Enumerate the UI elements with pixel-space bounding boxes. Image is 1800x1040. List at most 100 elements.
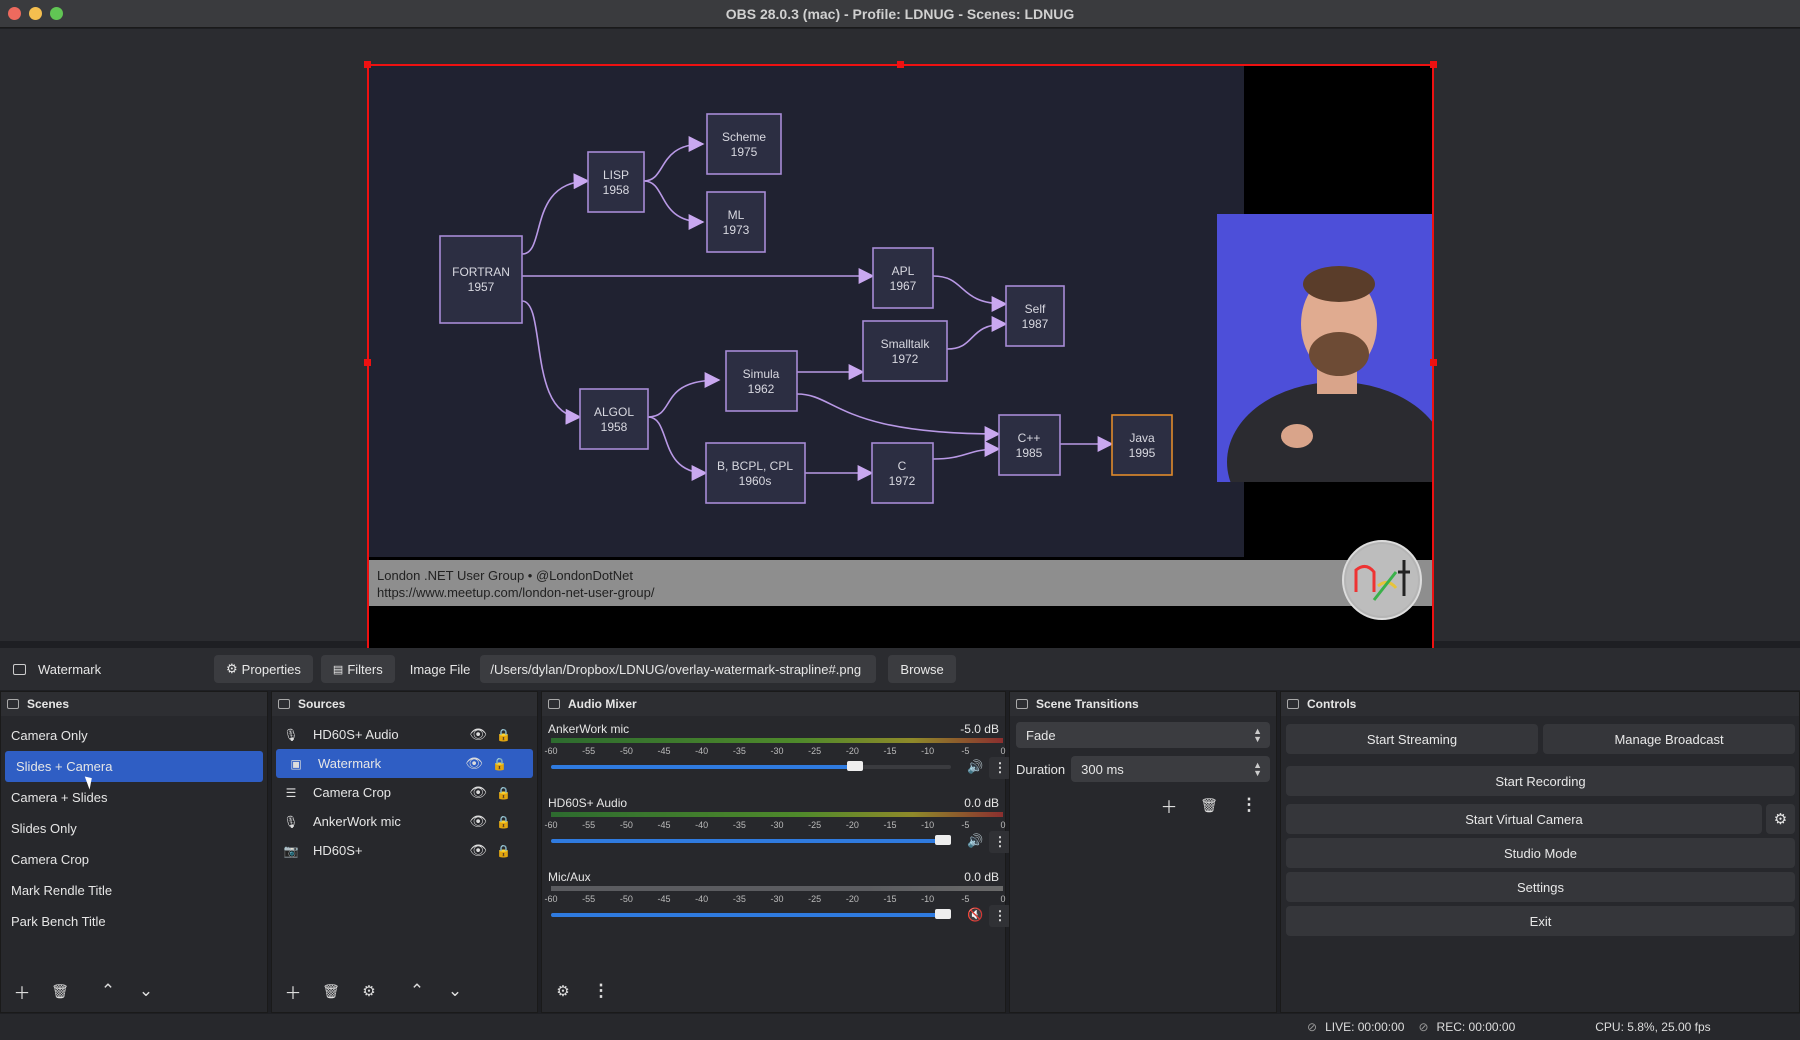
source-item[interactable]: 🎙 HD60S+ Audio 👁 🔒: [272, 720, 537, 749]
muted-speaker-icon[interactable]: 🔇: [967, 907, 983, 923]
scale-tick-label: -25: [808, 894, 822, 904]
browse-button[interactable]: Browse: [888, 655, 956, 683]
window-controls: [8, 7, 63, 20]
microphone-icon: 🎙: [283, 727, 299, 742]
image-file-path-field[interactable]: /Users/dylan/Dropbox/LDNUG/overlay-water…: [480, 655, 877, 683]
mixer-menu-button[interactable]: ⋮: [586, 978, 616, 1004]
exit-button[interactable]: Exit: [1286, 906, 1795, 936]
track-menu-button[interactable]: ⋮: [989, 831, 1011, 853]
scene-item[interactable]: Park Bench Title: [1, 906, 267, 937]
eye-icon[interactable]: 👁: [469, 726, 487, 743]
node-algol-label: ALGOL: [594, 405, 634, 419]
track-name: Mic/Aux: [548, 870, 591, 884]
eye-icon[interactable]: 👁: [469, 784, 487, 801]
selected-source-name: Watermark: [38, 661, 102, 677]
eye-icon[interactable]: 👁: [469, 813, 487, 830]
remove-source-button[interactable]: 🗑: [316, 978, 346, 1004]
resize-handle-tl[interactable]: [364, 61, 371, 68]
remove-scene-button[interactable]: 🗑: [45, 978, 75, 1004]
kebab-menu-icon: ⋮: [993, 908, 1007, 923]
scale-tick-label: -45: [657, 746, 671, 756]
scene-item[interactable]: Camera Crop: [1, 844, 267, 875]
add-scene-button[interactable]: ＋: [7, 978, 37, 1004]
scale-tick-label: -50: [619, 820, 633, 830]
scale-tick-label: -5: [961, 746, 970, 756]
cpu-status: CPU: 5.8%, 25.00 fps: [1595, 1020, 1711, 1034]
zoom-window-button[interactable]: [50, 7, 63, 20]
dock-icon: [278, 699, 290, 709]
add-transition-button[interactable]: ＋: [1154, 792, 1184, 818]
resize-handle-ml[interactable]: [364, 359, 371, 366]
filters-button[interactable]: ▤ Filters: [320, 655, 395, 683]
track-menu-button[interactable]: ⋮: [989, 757, 1011, 779]
node-scheme-year: 1975: [731, 145, 758, 159]
scene-item-label: Slides + Camera: [16, 759, 113, 774]
volume-slider-knob[interactable]: [847, 761, 863, 771]
resize-handle-mr[interactable]: [1430, 359, 1437, 366]
scene-item-selected[interactable]: Slides + Camera: [5, 751, 263, 782]
source-properties-button[interactable]: ⚙: [354, 978, 384, 1004]
move-source-down-button[interactable]: ⌄: [440, 978, 470, 1004]
minimize-window-button[interactable]: [29, 7, 42, 20]
move-scene-down-button[interactable]: ⌄: [131, 978, 161, 1004]
volume-slider-knob[interactable]: [935, 909, 951, 919]
lock-icon[interactable]: 🔒: [496, 844, 511, 858]
move-source-up-button[interactable]: ⌃: [402, 978, 432, 1004]
lock-icon[interactable]: 🔒: [496, 728, 511, 742]
lock-icon[interactable]: 🔒: [492, 757, 507, 771]
sources-toolbar: ＋ 🗑 ⚙ ⌃ ⌄: [278, 978, 470, 1004]
program-canvas[interactable]: FORTRAN 1957 LISP 1958 Scheme 1975 ML 19…: [367, 64, 1434, 662]
scene-item-label: Camera Crop: [11, 852, 90, 867]
start-virtual-camera-button[interactable]: Start Virtual Camera: [1286, 804, 1762, 834]
scale-tick-label: -30: [770, 746, 784, 756]
manage-broadcast-button[interactable]: Manage Broadcast: [1543, 724, 1795, 754]
duration-field[interactable]: 300 ms ▲ ▼: [1071, 756, 1270, 782]
volume-slider[interactable]: [551, 909, 951, 919]
preview-area[interactable]: FORTRAN 1957 LISP 1958 Scheme 1975 ML 19…: [0, 29, 1800, 665]
node-fortran-year: 1957: [468, 280, 495, 294]
close-window-button[interactable]: [8, 7, 21, 20]
transition-select[interactable]: Fade ▲ ▼: [1016, 722, 1270, 748]
stepper-icon[interactable]: ▲ ▼: [1253, 761, 1262, 778]
node-apl-label: APL: [892, 264, 915, 278]
volume-slider-knob[interactable]: [935, 835, 951, 845]
resize-handle-tc[interactable]: [897, 61, 904, 68]
track-menu-button[interactable]: ⋮: [989, 905, 1011, 927]
source-item[interactable]: ☰ Camera Crop 👁 🔒: [272, 778, 537, 807]
studio-mode-button[interactable]: Studio Mode: [1286, 838, 1795, 868]
move-scene-up-button[interactable]: ⌃: [93, 978, 123, 1004]
scene-item[interactable]: Mark Rendle Title: [1, 875, 267, 906]
advanced-audio-button[interactable]: ⚙: [548, 978, 578, 1004]
chevron-up-icon: ⌃: [100, 981, 116, 1000]
start-streaming-button[interactable]: Start Streaming: [1286, 724, 1538, 754]
start-recording-button[interactable]: Start Recording: [1286, 766, 1795, 796]
settings-button[interactable]: Settings: [1286, 872, 1795, 902]
source-item-selected[interactable]: ▣ Watermark 👁 🔒: [276, 749, 533, 778]
eye-icon[interactable]: 👁: [465, 755, 483, 772]
scene-item[interactable]: Camera Only: [1, 720, 267, 751]
scene-item[interactable]: Camera + Slides: [1, 782, 267, 813]
scene-item[interactable]: Slides Only: [1, 813, 267, 844]
scale-tick-label: -25: [808, 746, 822, 756]
source-item[interactable]: 🎙 AnkerWork mic 👁 🔒: [272, 807, 537, 836]
eye-icon[interactable]: 👁: [469, 842, 487, 859]
lock-icon[interactable]: 🔒: [496, 786, 511, 800]
volume-slider[interactable]: [551, 761, 951, 771]
trash-icon: 🗑: [1200, 796, 1218, 813]
add-source-button[interactable]: ＋: [278, 978, 308, 1004]
volume-slider[interactable]: [551, 835, 951, 845]
scale-tick-label: -40: [695, 746, 709, 756]
lock-icon[interactable]: 🔒: [496, 815, 511, 829]
source-item[interactable]: 📷 HD60S+ 👁 🔒: [272, 836, 537, 865]
properties-button[interactable]: ⚙ Properties: [214, 655, 313, 683]
trash-icon: 🗑: [322, 982, 340, 999]
gear-icon: ⚙: [1773, 811, 1788, 828]
transition-menu-button[interactable]: ⋮: [1234, 792, 1264, 818]
resize-handle-tr[interactable]: [1430, 61, 1437, 68]
remove-transition-button[interactable]: 🗑: [1194, 792, 1224, 818]
virtual-camera-settings-button[interactable]: ⚙: [1766, 804, 1795, 834]
speaker-icon[interactable]: 🔊: [967, 759, 983, 775]
mixer-track: HD60S+ Audio 0.0 dB -60 -55 -50 -45 -40 -35 -30-…: [542, 794, 1011, 868]
source-item-label: HD60S+: [313, 843, 363, 858]
speaker-icon[interactable]: 🔊: [967, 833, 983, 849]
